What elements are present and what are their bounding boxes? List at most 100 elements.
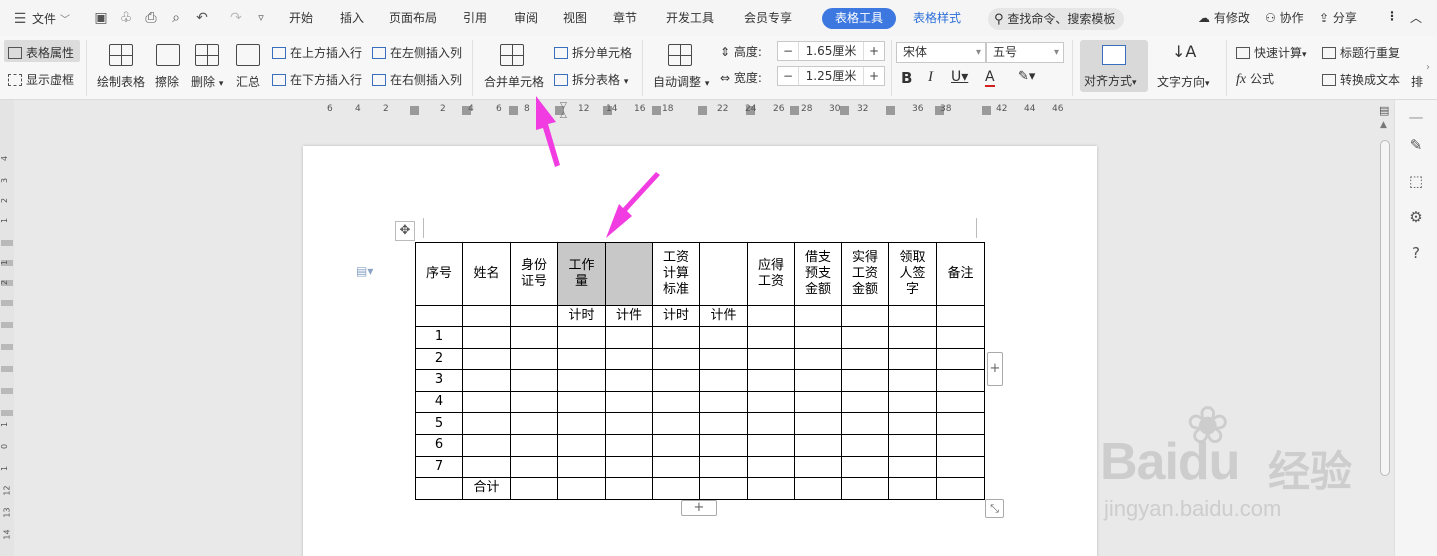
subheader-cell[interactable]: 计时 bbox=[557, 305, 606, 327]
header-cell[interactable]: 备注 bbox=[936, 242, 985, 306]
table-cell[interactable] bbox=[794, 477, 842, 500]
tab-table-style[interactable]: 表格样式 bbox=[913, 9, 961, 26]
table-cell[interactable] bbox=[794, 369, 842, 392]
header-cell[interactable] bbox=[699, 242, 748, 306]
table-cell[interactable] bbox=[605, 347, 653, 371]
table-cell[interactable] bbox=[888, 347, 937, 371]
quick-calc-button[interactable]: 快速计算▾ bbox=[1236, 44, 1307, 61]
table-cell[interactable] bbox=[699, 455, 748, 479]
table-cell[interactable] bbox=[652, 369, 700, 392]
split-table-button[interactable]: 拆分表格 ▾ bbox=[554, 71, 628, 88]
add-column-button[interactable]: + bbox=[987, 352, 1003, 386]
table-cell[interactable] bbox=[841, 455, 889, 479]
table-cell[interactable] bbox=[415, 477, 463, 500]
collapse-ribbon-icon[interactable]: ︿ bbox=[1410, 9, 1422, 26]
underline-button[interactable]: U▾ bbox=[951, 69, 968, 85]
subheader-cell[interactable] bbox=[841, 305, 889, 327]
auto-adjust-button[interactable]: 自动调整 ▾ bbox=[653, 73, 709, 90]
more-icon[interactable]: ⋮ bbox=[1386, 9, 1398, 23]
table-cell[interactable] bbox=[605, 390, 653, 414]
table-props-button[interactable]: 表格属性 bbox=[4, 40, 80, 62]
subheader-cell[interactable] bbox=[794, 305, 842, 327]
table-cell[interactable] bbox=[510, 412, 558, 435]
subheader-cell[interactable]: 计件 bbox=[605, 305, 653, 327]
subheader-cell[interactable]: 计时 bbox=[652, 305, 700, 327]
tab-page-layout[interactable]: 页面布局 bbox=[389, 9, 437, 26]
table-cell[interactable] bbox=[510, 433, 558, 457]
total-label-cell[interactable]: 合计 bbox=[462, 477, 511, 500]
italic-button[interactable]: I bbox=[928, 69, 933, 86]
table-cell[interactable] bbox=[510, 390, 558, 414]
tab-developer[interactable]: 开发工具 bbox=[666, 9, 714, 26]
table-cell[interactable] bbox=[747, 433, 795, 457]
table-cell[interactable] bbox=[936, 477, 985, 500]
sort-button[interactable]: 排 bbox=[1411, 73, 1423, 90]
align-button[interactable]: 对齐方式▾ bbox=[1080, 40, 1148, 92]
header-cell[interactable]: 工作 量 bbox=[557, 242, 606, 306]
table-cell[interactable] bbox=[557, 326, 606, 349]
plus-icon[interactable]: + bbox=[864, 69, 884, 83]
plus-icon[interactable]: + bbox=[864, 44, 884, 58]
header-cell[interactable]: 序号 bbox=[415, 242, 463, 306]
table-cell[interactable] bbox=[605, 455, 653, 479]
row-number-cell[interactable]: 4 bbox=[415, 390, 463, 414]
table-cell[interactable] bbox=[747, 369, 795, 392]
tab-member[interactable]: 会员专享 bbox=[744, 9, 792, 26]
header-cell[interactable]: 姓名 bbox=[462, 242, 511, 306]
vertical-ruler[interactable]: 4 3 2 1 1 2 1 0 1 12 13 14 bbox=[0, 100, 14, 556]
erase-button[interactable]: 擦除 bbox=[155, 73, 179, 90]
subheader-cell[interactable] bbox=[888, 305, 937, 327]
subheader-cell[interactable]: 计件 bbox=[699, 305, 748, 327]
table-move-handle-icon[interactable]: ✥ bbox=[395, 221, 415, 241]
modified-button[interactable]: ☁ 有修改 bbox=[1198, 9, 1250, 26]
insert-right-button[interactable]: 在右侧插入列 bbox=[372, 71, 462, 88]
table-cell[interactable] bbox=[794, 347, 842, 371]
table-cell[interactable] bbox=[699, 412, 748, 435]
header-cell[interactable]: 身份 证号 bbox=[510, 242, 558, 306]
header-cell[interactable]: 工资 计算 标准 bbox=[652, 242, 700, 306]
horizontal-ruler[interactable]: 6 4 2 2 4 6 8 12 14 16 18 22 24 26 28 30… bbox=[0, 100, 1374, 120]
insert-below-button[interactable]: 在下方插入行 bbox=[272, 71, 362, 88]
format-painter-icon[interactable]: ♧ bbox=[118, 10, 134, 26]
header-cell[interactable]: 应得 工资 bbox=[747, 242, 795, 306]
indent-marker-icon[interactable]: △ bbox=[560, 110, 567, 120]
summary-button[interactable]: 汇总 bbox=[236, 73, 260, 90]
table-cell[interactable] bbox=[510, 477, 558, 500]
undo-icon[interactable]: ↶ bbox=[194, 10, 210, 26]
add-row-button[interactable]: + bbox=[681, 500, 717, 516]
salary-table[interactable]: 序号 姓名 身份 证号 工作 量工资 计算 标准 应得 工资 借支 预支 金额 实得 工资 … bbox=[415, 242, 985, 500]
save-icon[interactable]: ▣ bbox=[93, 10, 109, 26]
table-cell[interactable] bbox=[557, 390, 606, 414]
table-cell[interactable] bbox=[510, 455, 558, 479]
table-cell[interactable] bbox=[652, 477, 700, 500]
height-value[interactable]: 1.65厘米 bbox=[798, 42, 864, 60]
scroll-up-icon[interactable]: ▲ bbox=[1380, 120, 1387, 130]
table-cell[interactable] bbox=[605, 433, 653, 457]
row-number-cell[interactable]: 1 bbox=[415, 326, 463, 349]
table-cell[interactable] bbox=[841, 369, 889, 392]
table-cell[interactable] bbox=[794, 455, 842, 479]
tab-review[interactable]: 审阅 bbox=[514, 9, 538, 26]
table-cell[interactable] bbox=[699, 433, 748, 457]
help-icon[interactable]: ? bbox=[1407, 244, 1425, 262]
table-cell[interactable] bbox=[699, 477, 748, 500]
table-cell[interactable] bbox=[936, 347, 985, 371]
table-cell[interactable] bbox=[462, 390, 511, 414]
collapse-panel-icon[interactable]: — bbox=[1407, 108, 1425, 126]
resize-table-icon[interactable]: ⤡ bbox=[985, 499, 1004, 518]
table-cell[interactable] bbox=[747, 412, 795, 435]
table-cell[interactable] bbox=[888, 412, 937, 435]
table-cell[interactable] bbox=[605, 477, 653, 500]
table-cell[interactable] bbox=[888, 433, 937, 457]
font-size-select[interactable]: 五号 bbox=[986, 42, 1064, 63]
row-number-cell[interactable]: 7 bbox=[415, 455, 463, 479]
tab-view[interactable]: 视图 bbox=[563, 9, 587, 26]
table-cell[interactable] bbox=[747, 347, 795, 371]
table-cell[interactable] bbox=[794, 326, 842, 349]
width-stepper[interactable]: − 1.25厘米 + bbox=[777, 66, 885, 86]
table-cell[interactable] bbox=[841, 347, 889, 371]
table-cell[interactable] bbox=[605, 369, 653, 392]
table-cell[interactable] bbox=[557, 477, 606, 500]
header-cell[interactable]: 领取 人签 字 bbox=[888, 242, 937, 306]
paragraph-layout-icon[interactable]: ▤▾ bbox=[356, 264, 373, 278]
